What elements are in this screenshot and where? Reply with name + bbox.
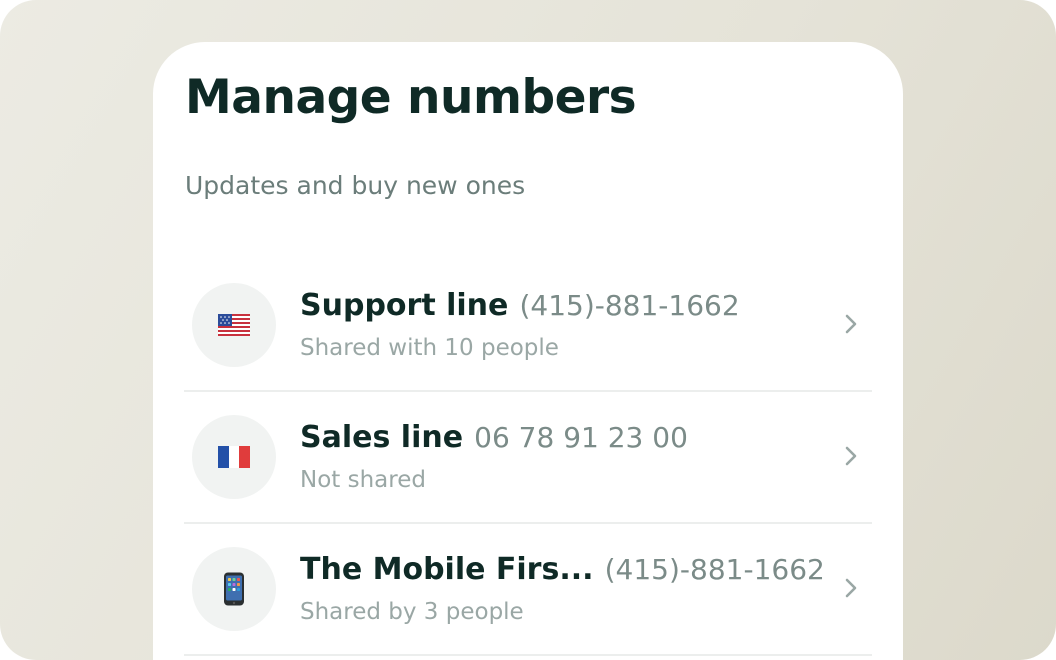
number-title-line: Support line (415)-881-1662 <box>300 284 740 332</box>
page-title: Manage numbers <box>185 70 637 125</box>
sharing-status: Not shared <box>300 467 426 493</box>
number-title-line: The Mobile Firs... (415)-881-1662 <box>300 548 825 596</box>
number-name: The Mobile Firs... <box>300 552 594 587</box>
sharing-status: Shared with 10 people <box>300 335 559 361</box>
mobile-phone-icon <box>224 572 244 606</box>
number-avatar <box>192 415 276 499</box>
chevron-right-icon <box>840 312 862 336</box>
number-name: Sales line <box>300 420 464 455</box>
number-avatar <box>192 283 276 367</box>
app-background: Manage numbers Updates and buy new ones <box>0 0 1056 660</box>
numbers-list: Support line (415)-881-1662 Shared with … <box>184 260 872 656</box>
phone-number: (415)-881-1662 <box>604 553 825 586</box>
number-row-sales-line[interactable]: Sales line 06 78 91 23 00 Not shared <box>184 392 872 524</box>
chevron-right-icon <box>840 444 862 468</box>
us-flag-icon <box>218 314 250 336</box>
number-row-support-line[interactable]: Support line (415)-881-1662 Shared with … <box>184 260 872 392</box>
number-name: Support line <box>300 288 509 323</box>
page-subtitle: Updates and buy new ones <box>185 171 526 200</box>
chevron-right-icon <box>840 576 862 600</box>
number-avatar <box>192 547 276 631</box>
fr-flag-icon <box>218 446 250 468</box>
manage-numbers-card: Manage numbers Updates and buy new ones <box>153 42 903 660</box>
phone-number: 06 78 91 23 00 <box>474 421 688 454</box>
sharing-status: Shared by 3 people <box>300 599 524 625</box>
number-title-line: Sales line 06 78 91 23 00 <box>300 416 688 464</box>
number-row-mobile-first[interactable]: The Mobile Firs... (415)-881-1662 Shared… <box>184 524 872 656</box>
phone-number: (415)-881-1662 <box>519 289 740 322</box>
